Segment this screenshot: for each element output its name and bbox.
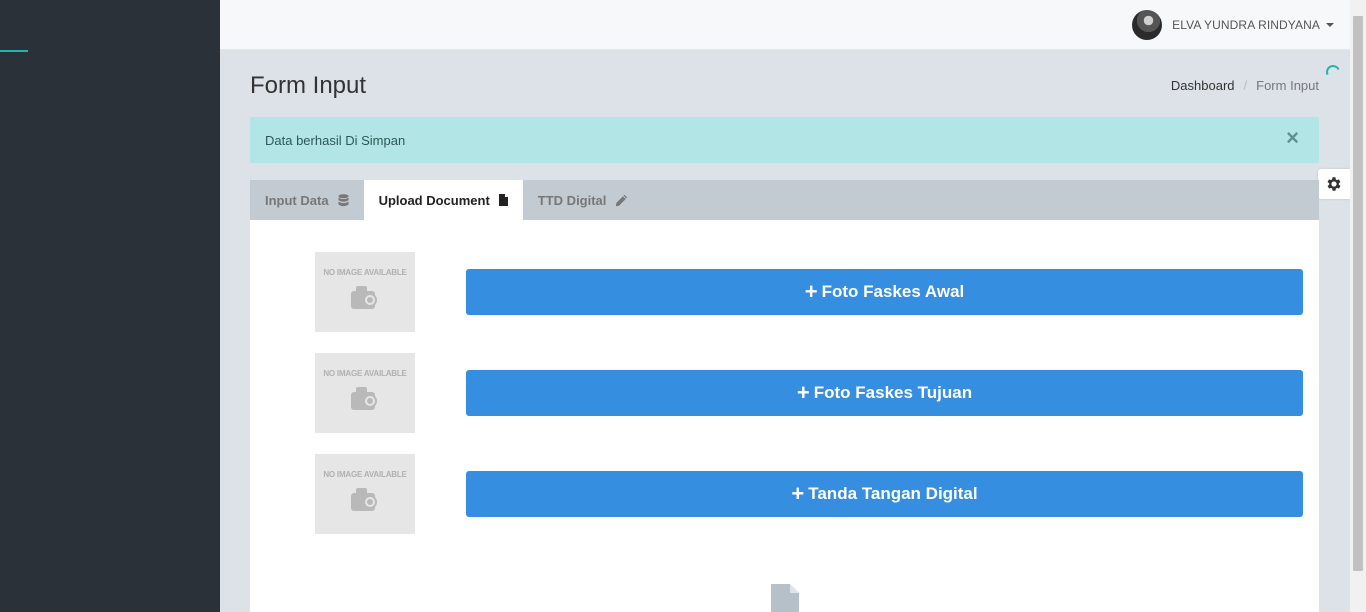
- no-image-label: NO IMAGE AVAILABLE: [323, 470, 407, 479]
- breadcrumb-current: Form Input: [1256, 78, 1319, 93]
- file-icon: [498, 194, 508, 206]
- button-label: Tanda Tangan Digital: [808, 484, 978, 503]
- chevron-down-icon[interactable]: [1326, 23, 1334, 27]
- breadcrumb-dashboard[interactable]: Dashboard: [1171, 78, 1235, 93]
- plus-icon: +: [804, 279, 818, 304]
- sidebar-active-indicator: [0, 50, 28, 52]
- tab-label: TTD Digital: [537, 192, 607, 208]
- pencil-icon: [615, 194, 628, 207]
- breadcrumb-separator: /: [1243, 78, 1248, 93]
- breadcrumb: Dashboard / Form Input: [1171, 78, 1319, 93]
- avatar[interactable]: [1132, 10, 1163, 40]
- upload-foto-faskes-awal-button[interactable]: + Foto Faskes Awal: [466, 269, 1303, 315]
- success-alert: Data berhasil Di Simpan ×: [250, 117, 1319, 163]
- plus-icon: +: [791, 481, 805, 506]
- upload-tanda-tangan-digital-button[interactable]: + Tanda Tangan Digital: [466, 471, 1303, 517]
- user-name[interactable]: ELVA YUNDRA RINDYANA: [1172, 18, 1320, 32]
- database-icon: [338, 193, 349, 207]
- image-preview: NO IMAGE AVAILABLE: [315, 353, 415, 433]
- no-image-label: NO IMAGE AVAILABLE: [323, 369, 407, 378]
- image-preview: NO IMAGE AVAILABLE: [315, 252, 415, 332]
- image-preview: NO IMAGE AVAILABLE: [315, 454, 415, 534]
- document-icon: [771, 584, 799, 612]
- vertical-scrollbar[interactable]: [1350, 0, 1366, 612]
- tab-label: Input Data: [265, 192, 329, 208]
- button-label: Foto Faskes Tujuan: [813, 383, 973, 402]
- sidebar: [0, 0, 220, 612]
- tab-label: Upload Document: [378, 192, 490, 208]
- upload-document-panel: NO IMAGE AVAILABLE + Foto Faskes Awal NO…: [250, 220, 1319, 612]
- button-label: Foto Faskes Awal: [821, 282, 965, 301]
- plus-icon: +: [796, 380, 810, 405]
- camera-icon: [351, 387, 377, 410]
- user-menu[interactable]: ELVA YUNDRA RINDYANA: [1132, 10, 1334, 40]
- tab-upload-document[interactable]: Upload Document: [363, 180, 523, 220]
- loading-spinner-icon: [1324, 63, 1342, 81]
- top-navbar: ELVA YUNDRA RINDYANA: [220, 0, 1350, 50]
- page-title: Form Input: [250, 72, 367, 99]
- upload-foto-faskes-tujuan-button[interactable]: + Foto Faskes Tujuan: [466, 370, 1303, 416]
- tab-ttd-digital[interactable]: TTD Digital: [523, 180, 644, 220]
- camera-icon: [351, 488, 377, 511]
- no-image-label: NO IMAGE AVAILABLE: [323, 268, 407, 277]
- alert-message: Data berhasil Di Simpan: [265, 133, 406, 148]
- tab-bar: Input Data Upload Document TTD Digital: [250, 180, 1319, 220]
- gear-icon: [1327, 177, 1341, 191]
- settings-button[interactable]: [1318, 169, 1350, 199]
- tab-input-data[interactable]: Input Data: [250, 180, 364, 220]
- scrollbar-thumb[interactable]: [1353, 16, 1363, 571]
- close-icon[interactable]: ×: [1286, 127, 1299, 149]
- camera-icon: [351, 286, 377, 309]
